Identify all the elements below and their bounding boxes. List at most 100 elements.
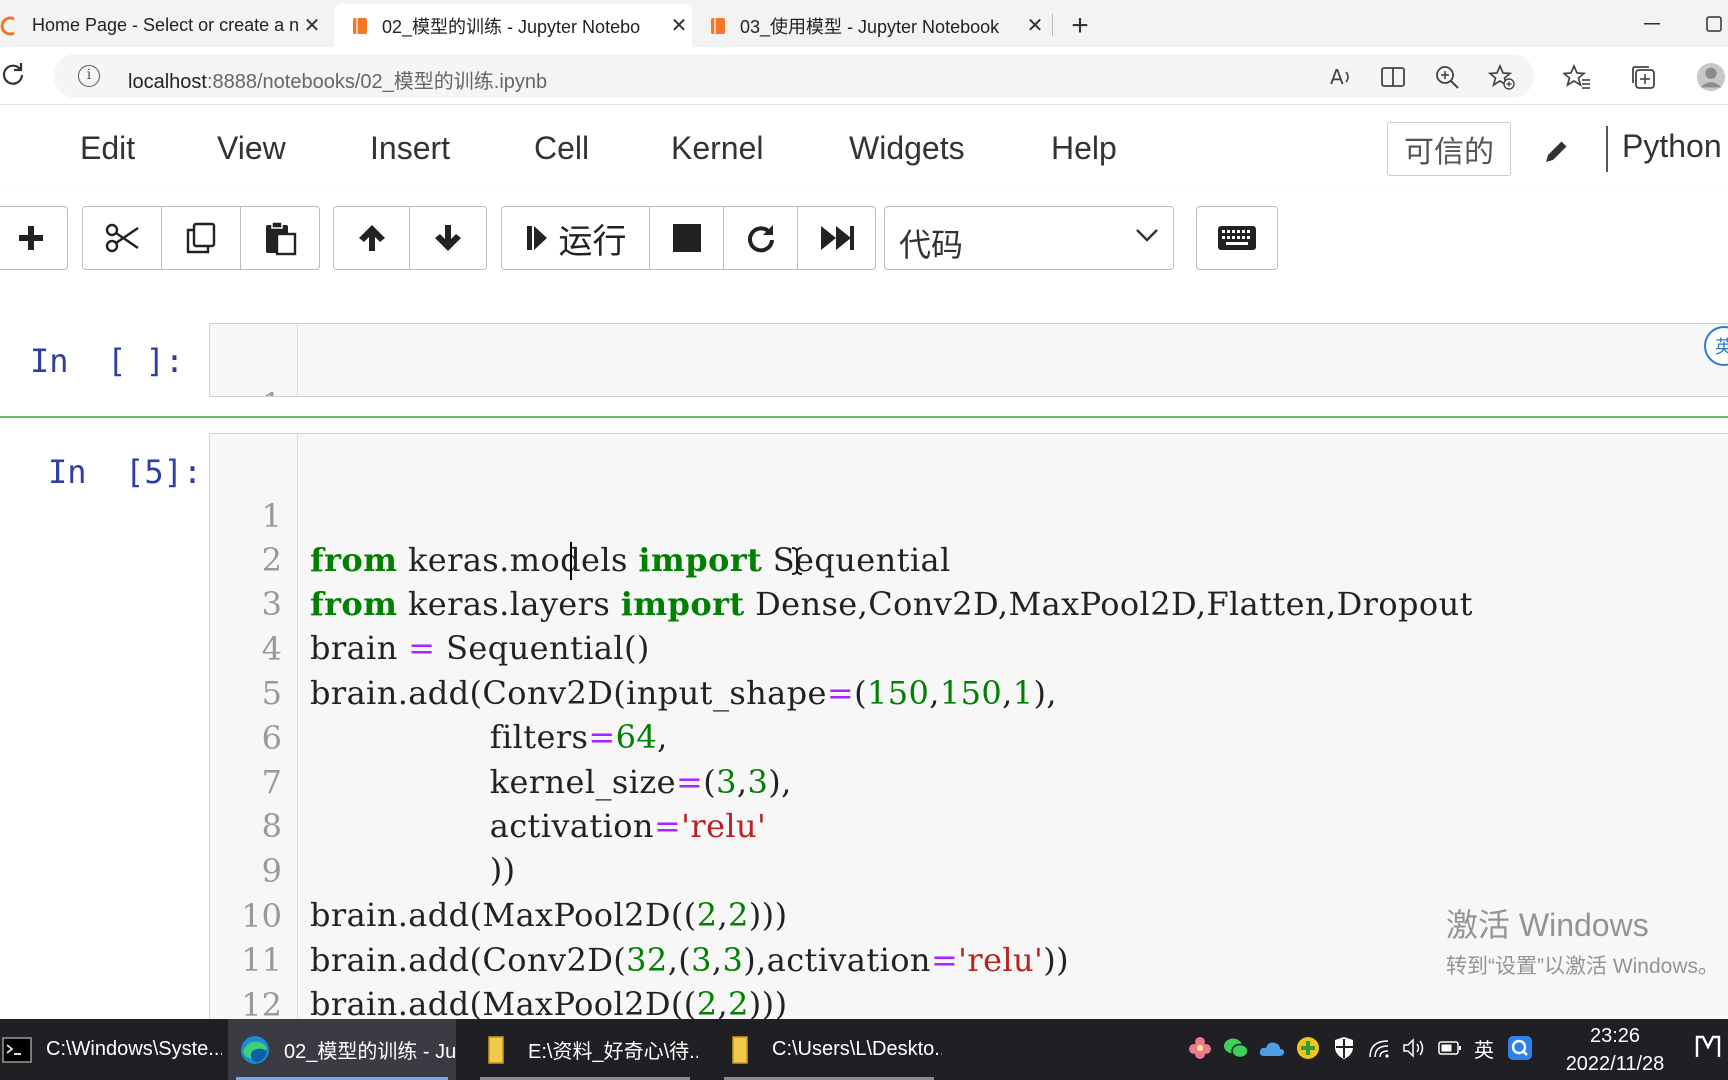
interrupt-kernel-button[interactable] (650, 207, 724, 269)
menu-view[interactable]: View (217, 130, 286, 167)
taskbar-item-cmd[interactable]: C:\Windows\Syste... (0, 1019, 222, 1080)
menu-help[interactable]: Help (1051, 130, 1117, 167)
terminal-icon (0, 1033, 34, 1067)
run-cell-button[interactable]: 运行 (502, 207, 650, 269)
browser-tab-home[interactable]: Home Page - Select or create a n ✕ (0, 4, 325, 47)
add-favorite-icon[interactable] (1486, 62, 1516, 92)
immersive-reader-icon[interactable] (1378, 62, 1408, 92)
pencil-icon[interactable] (1540, 134, 1574, 168)
cell-type-select[interactable]: 代码 (884, 206, 1174, 270)
code-text: brain.add(MaxPool2D((2,2))) (310, 896, 788, 934)
code-cell-input[interactable]: 1 y = f(x1,x2,x3,x4,x5...xn) DNN (209, 323, 1728, 397)
browser-tab-use-model[interactable]: 03_使用模型 - Jupyter Notebook ✕ (694, 4, 1048, 47)
qq-browser-icon[interactable] (1506, 1034, 1534, 1062)
site-info-icon[interactable]: i (78, 65, 100, 87)
onedrive-icon[interactable] (1258, 1034, 1286, 1062)
flower-app-icon[interactable] (1186, 1034, 1214, 1062)
profile-avatar[interactable] (1696, 62, 1726, 92)
reload-button[interactable] (0, 59, 30, 89)
tab-separator (1052, 14, 1053, 36)
code-text: activation='relu' (310, 807, 767, 845)
taskbar-item-explorer-2[interactable]: C:\Users\L\Deskto... (716, 1019, 942, 1080)
notebook-icon (350, 16, 370, 36)
watermark-line2: 转到“设置”以激活 Windows。 (1446, 955, 1720, 978)
code-text: filters=64, (310, 718, 668, 756)
move-down-button[interactable] (410, 207, 486, 269)
tab-title: 02_模型的训练 - Jupyter Notebo (382, 16, 641, 37)
menu-insert[interactable]: Insert (370, 130, 450, 167)
insert-cell-button[interactable] (0, 207, 67, 269)
taskbar-item-edge[interactable]: 02_模型的训练 - Ju... (228, 1019, 456, 1080)
notification-center-icon[interactable] (1690, 1030, 1728, 1064)
battery-icon[interactable] (1436, 1034, 1464, 1062)
arrow-down-icon (435, 225, 461, 251)
windows-activation-watermark: 激活 Windows 转到“设置”以激活 Windows。 (1446, 900, 1719, 980)
menu-cell[interactable]: Cell (534, 130, 589, 167)
wifi-icon[interactable] (1366, 1034, 1394, 1062)
menu-kernel[interactable]: Kernel (671, 130, 764, 167)
close-tab-icon[interactable]: ✕ (666, 13, 692, 39)
move-up-button[interactable] (334, 207, 410, 269)
zoom-icon[interactable] (1432, 62, 1462, 92)
cut-button[interactable] (83, 207, 162, 269)
favorites-icon[interactable] (1562, 62, 1592, 92)
code-text: brain.add(MaxPool2D((2,2))) (310, 985, 788, 1019)
new-tab-button[interactable]: + (1062, 8, 1098, 44)
paste-icon (266, 221, 297, 256)
run-label: 运行 (558, 222, 627, 261)
watermark-line1: 激活 Windows (1446, 907, 1649, 943)
trusted-indicator[interactable]: 可信的 (1387, 122, 1511, 176)
restart-kernel-button[interactable] (724, 207, 798, 269)
security-app-icon[interactable] (1294, 1034, 1322, 1062)
cell-type-value: 代码 (899, 227, 964, 263)
browser-tab-strip: Home Page - Select or create a n ✕ 02_模型… (0, 0, 1728, 47)
taskbar-item-explorer-1[interactable]: E:\资料_好奇心\待... (472, 1019, 698, 1080)
folder-icon (482, 1033, 516, 1067)
code-line: 2 from keras.layers import Dense,Conv2D,… (210, 494, 1473, 623)
menu-widgets[interactable]: Widgets (849, 130, 965, 167)
read-aloud-icon[interactable]: A (1326, 62, 1356, 92)
system-clock[interactable]: 23:26 2022/11/28 (1556, 1022, 1674, 1078)
paste-button[interactable] (241, 207, 319, 269)
step-forward-icon (526, 226, 547, 250)
volume-icon[interactable] (1400, 1034, 1428, 1062)
move-button-group (333, 206, 487, 270)
fast-forward-icon (820, 226, 854, 250)
kernel-indicator: Python (1622, 128, 1722, 164)
windows-taskbar: C:\Windows\Syste... 02_模型的训练 - Ju... E:\… (0, 1019, 1728, 1080)
restart-run-all-button[interactable] (798, 207, 875, 269)
kernel-separator (1606, 126, 1608, 172)
close-tab-icon[interactable]: ✕ (299, 13, 325, 39)
stop-icon (672, 224, 701, 252)
ime-indicator[interactable]: 英 (1470, 1034, 1498, 1062)
minimize-button[interactable] (1634, 8, 1670, 40)
address-bar[interactable]: i localhost:8888/notebooks/02_模型的训练.ipyn… (54, 54, 1534, 98)
collections-icon[interactable] (1628, 62, 1658, 92)
wechat-icon[interactable] (1222, 1034, 1250, 1062)
url-path: :8888/notebooks/02_模型的训练.ipynb (206, 71, 548, 93)
copy-button[interactable] (162, 207, 241, 269)
plus-icon (19, 226, 43, 250)
line-number: 1 (210, 383, 282, 396)
restart-icon (747, 225, 774, 253)
close-tab-icon[interactable]: ✕ (1022, 13, 1048, 39)
clock-date: 2022/11/28 (1565, 1053, 1665, 1075)
code-line: 8 )) (210, 760, 515, 889)
insert-button-group (0, 206, 68, 270)
run-button-group: 运行 (501, 206, 876, 270)
windows-security-icon[interactable] (1330, 1034, 1358, 1062)
menu-edit[interactable]: Edit (80, 130, 135, 167)
taskbar-label: E:\资料_好奇心\待... (528, 1041, 698, 1063)
svg-text:A: A (1330, 65, 1344, 89)
cell-prompt: In [ ]: (30, 342, 185, 380)
code-text: from keras.models import Sequential (310, 541, 951, 579)
command-palette-button[interactable] (1196, 206, 1278, 270)
edge-browser-icon (238, 1033, 272, 1067)
code-line: 1 y = f(x1,x2,x3,x4,x5...xn) DNN (210, 339, 322, 396)
url-text: localhost:8888/notebooks/02_模型的训练.ipynb (128, 65, 547, 94)
maximize-button[interactable] (1696, 8, 1728, 40)
taskbar-label: C:\Windows\Syste... (46, 1038, 222, 1060)
keyboard-icon (1218, 226, 1256, 250)
browser-tab-training[interactable]: 02_模型的训练 - Jupyter Notebo ✕ (334, 4, 692, 47)
code-line: 7 activation='relu' (210, 716, 766, 845)
